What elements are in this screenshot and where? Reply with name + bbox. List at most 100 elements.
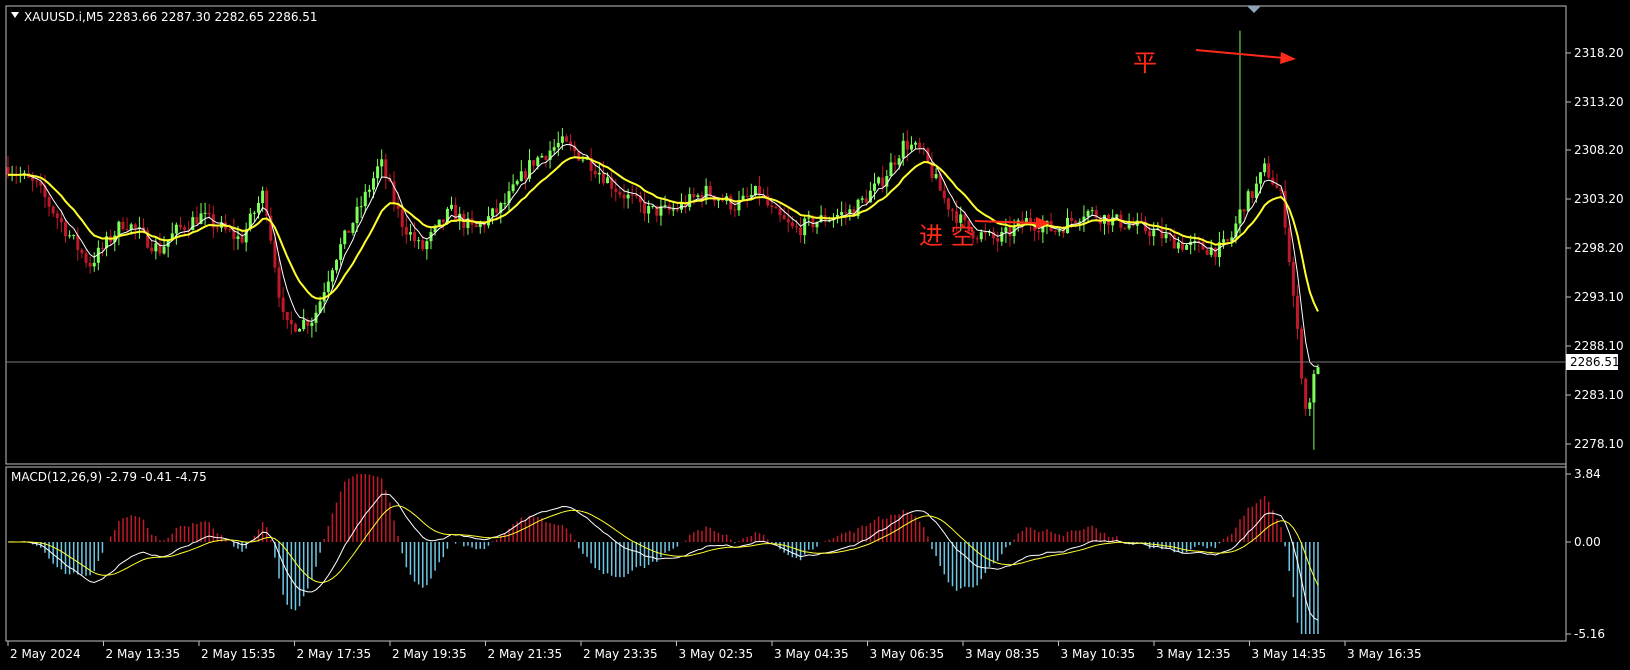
- candle-body: [733, 209, 737, 211]
- candle-body: [343, 230, 347, 245]
- candle-body: [889, 162, 893, 177]
- candle-body: [601, 172, 605, 184]
- time-label: 2 May 21:35: [488, 647, 563, 661]
- candle-body: [1057, 230, 1061, 232]
- candle-body: [1275, 184, 1279, 189]
- candle-body: [495, 208, 499, 213]
- candle-body: [261, 190, 265, 204]
- candle-body: [544, 155, 548, 160]
- candle-body: [593, 170, 597, 175]
- candle-body: [376, 166, 380, 179]
- candle-body: [778, 208, 782, 216]
- candle-body: [643, 202, 647, 214]
- candle-body: [634, 195, 638, 197]
- candle-body: [1037, 230, 1041, 233]
- candle-body: [519, 171, 523, 182]
- candle-body: [1053, 230, 1057, 232]
- candle-body: [1086, 211, 1090, 217]
- candle-body: [503, 203, 507, 205]
- current-price-value: 2286.51: [1570, 355, 1620, 369]
- candle-body: [302, 319, 306, 330]
- candle-body: [162, 246, 166, 254]
- candle-body: [47, 197, 51, 207]
- candle-body: [371, 178, 375, 190]
- candle-body: [1205, 249, 1209, 255]
- candle-body: [1148, 231, 1152, 237]
- candle-body: [207, 212, 211, 215]
- candle-body: [811, 217, 815, 228]
- price-label: 2308.20: [1574, 143, 1624, 157]
- candle-body: [663, 205, 667, 207]
- candle-body: [946, 198, 950, 210]
- candle-body: [1193, 241, 1197, 243]
- candle-body: [951, 209, 955, 212]
- candle-body: [347, 230, 351, 233]
- candle-body: [552, 147, 556, 151]
- candle-body: [536, 157, 540, 166]
- candle-body: [905, 140, 909, 150]
- candle-body: [794, 226, 798, 228]
- candle-body: [240, 236, 244, 243]
- price-label: 2298.20: [1574, 241, 1624, 255]
- candle-body: [1312, 373, 1316, 403]
- candle-body: [298, 329, 302, 332]
- candle-body: [1152, 230, 1156, 237]
- candle-body: [782, 215, 786, 220]
- candle-body: [942, 190, 946, 199]
- candle-body: [708, 185, 712, 196]
- candle-body: [277, 267, 281, 298]
- candle-body: [515, 181, 519, 185]
- candle-body: [117, 221, 121, 236]
- candle-body: [355, 206, 359, 224]
- candle-body: [59, 218, 63, 223]
- candle-body: [51, 206, 55, 214]
- candle-body: [532, 160, 536, 166]
- candle-body: [1263, 163, 1267, 173]
- candle-body: [450, 204, 454, 209]
- candle-body: [178, 224, 182, 228]
- candle-body: [860, 198, 864, 200]
- candle-body: [88, 262, 92, 267]
- time-label: 2 May 15:35: [201, 647, 276, 661]
- candle-body: [100, 247, 104, 249]
- time-label: 3 May 16:35: [1347, 647, 1422, 661]
- candle-body: [84, 253, 88, 263]
- candle-body: [330, 270, 334, 282]
- time-label: 3 May 12:35: [1156, 647, 1231, 661]
- candle-body: [626, 194, 630, 199]
- candle-body: [215, 227, 219, 229]
- symbol-header: XAUUSD.i,M5 2283.66 2287.30 2282.65 2286…: [24, 10, 318, 24]
- candle-body: [914, 142, 918, 145]
- candle-body: [335, 259, 339, 271]
- candle-body: [228, 229, 232, 231]
- price-label: 2278.10: [1574, 437, 1624, 451]
- candle-body: [688, 194, 692, 208]
- candle-body: [404, 227, 408, 235]
- price-label: 2303.20: [1574, 192, 1624, 206]
- time-label: 3 May 02:35: [679, 647, 754, 661]
- candle-body: [236, 236, 240, 239]
- candle-body: [622, 194, 626, 199]
- candle-body: [877, 177, 881, 184]
- time-label: 3 May 10:35: [1061, 647, 1136, 661]
- candle-body: [80, 249, 84, 254]
- candle-body: [441, 219, 445, 223]
- candle-body: [351, 223, 355, 233]
- candle-body: [790, 222, 794, 227]
- candle-body: [963, 214, 967, 221]
- candle-body: [979, 232, 983, 240]
- candle-body: [125, 229, 129, 231]
- candle-body: [63, 222, 67, 237]
- candle-body: [55, 213, 59, 219]
- macd-axis-label: 0.00: [1574, 535, 1601, 549]
- candle-body: [417, 240, 421, 242]
- candle-body: [380, 159, 384, 167]
- candle-body: [1308, 402, 1312, 409]
- candle-body: [1226, 239, 1230, 241]
- macd-axis-label: -5.16: [1574, 627, 1605, 641]
- candle-body: [864, 198, 868, 203]
- annotation-entry: 进 空: [919, 222, 975, 250]
- candle-body: [1295, 295, 1299, 329]
- candle-body: [1304, 378, 1308, 409]
- candle-body: [1300, 328, 1304, 379]
